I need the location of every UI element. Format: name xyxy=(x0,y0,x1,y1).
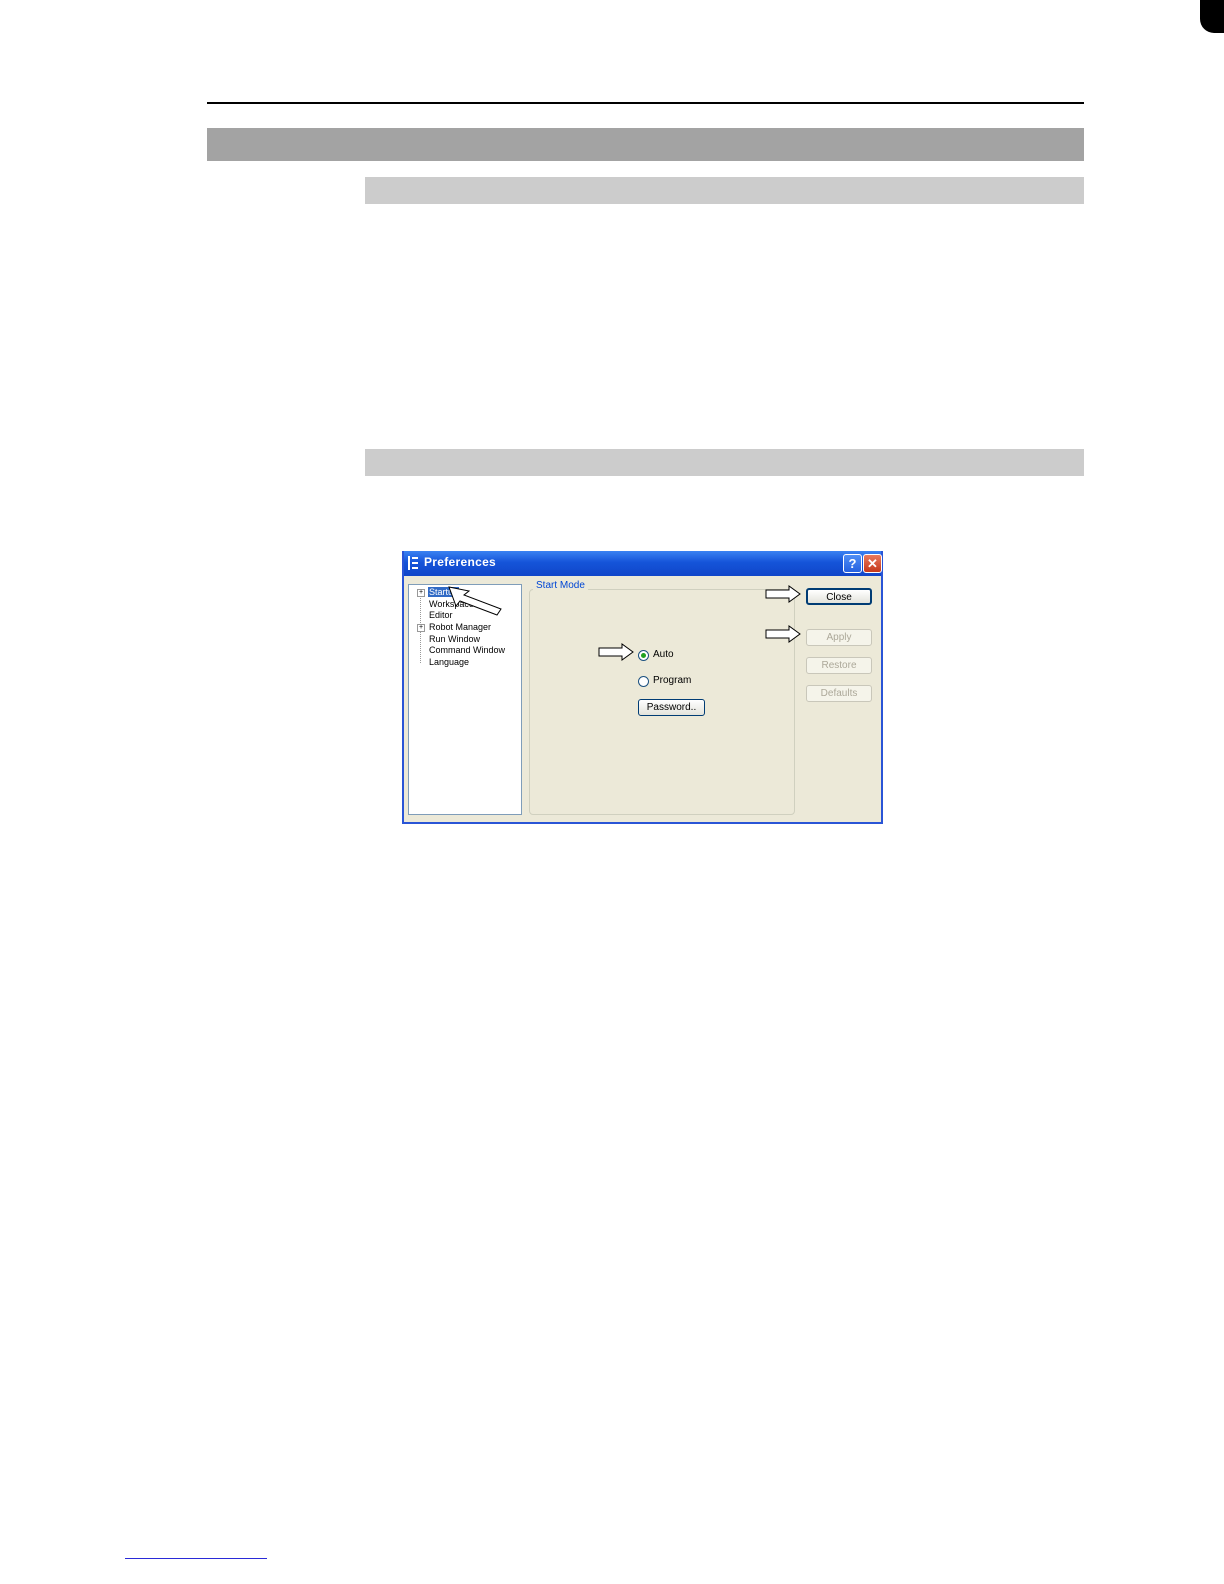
callout-arrow-icon xyxy=(765,585,801,603)
chapter-heading-bar xyxy=(207,128,1084,161)
password-button[interactable]: Password.. xyxy=(638,699,705,716)
radio-selected-dot xyxy=(641,653,646,658)
restore-button[interactable]: Restore xyxy=(806,657,872,674)
defaults-button[interactable]: Defaults xyxy=(806,685,872,702)
radio-auto[interactable] xyxy=(638,650,649,661)
top-rule xyxy=(207,102,1084,104)
title-bar[interactable]: Preferences ? ✕ xyxy=(404,551,882,576)
help-icon[interactable]: ? xyxy=(843,554,862,573)
tree-item-robot-manager[interactable]: Robot Manager xyxy=(429,622,491,632)
chapter-edge-tab xyxy=(1200,0,1224,33)
radio-program-label[interactable]: Program xyxy=(653,675,691,686)
preferences-tree[interactable]: + Startup Workspace Editor + Robot Manag… xyxy=(408,584,522,815)
tree-item-command-window[interactable]: Command Window xyxy=(429,645,505,655)
section-heading-bar-1 xyxy=(365,177,1084,204)
callout-arrow-icon xyxy=(765,625,801,643)
expand-icon[interactable]: + xyxy=(417,624,425,632)
group-label: Start Mode xyxy=(533,580,588,591)
tree-item-language[interactable]: Language xyxy=(429,657,469,667)
section-heading-bar-2 xyxy=(365,449,1084,476)
callout-arrow-icon xyxy=(448,586,502,616)
apply-button[interactable]: Apply xyxy=(806,629,872,646)
footer-rule xyxy=(125,1558,267,1559)
dialog-title: Preferences xyxy=(424,555,497,569)
expand-icon[interactable]: + xyxy=(417,589,425,597)
callout-arrow-icon xyxy=(598,643,634,661)
tree-item-run-window[interactable]: Run Window xyxy=(429,634,480,644)
close-icon[interactable]: ✕ xyxy=(863,554,882,573)
app-icon xyxy=(408,556,418,570)
preferences-dialog: Preferences ? ✕ + Startup Workspace Edit… xyxy=(402,551,883,824)
radio-auto-label[interactable]: Auto xyxy=(653,649,674,660)
radio-program[interactable] xyxy=(638,676,649,687)
close-button[interactable]: Close xyxy=(806,588,872,605)
